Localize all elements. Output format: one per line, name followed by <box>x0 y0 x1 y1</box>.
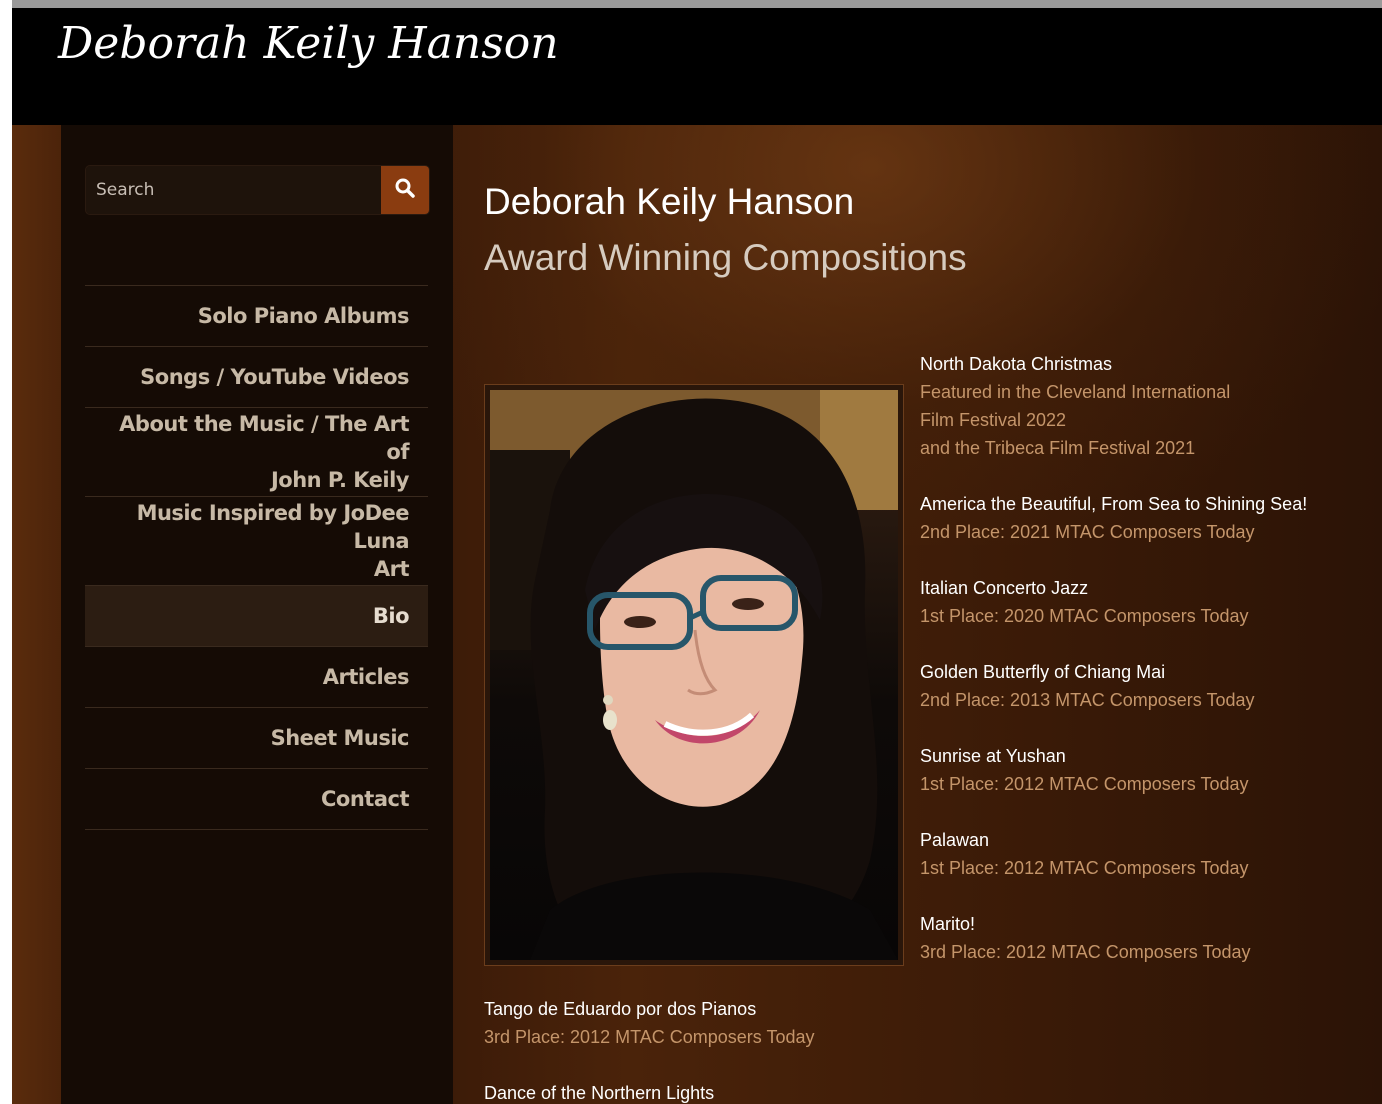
award-item: Palawan 1st Place: 2012 MTAC Composers T… <box>920 826 1370 882</box>
nav-item-label: Contact <box>321 787 410 811</box>
award-item: Marito! 3rd Place: 2012 MTAC Composers T… <box>920 910 1370 966</box>
top-border <box>12 0 1382 8</box>
portrait-photo <box>490 390 898 960</box>
nav-item-label-line1: About the Music / The Art of <box>119 412 409 464</box>
nav-item-label: Articles <box>322 665 410 689</box>
page-body: Solo Piano Albums Songs / YouTube Videos… <box>12 125 1382 1104</box>
more-awards-list: Tango de Eduardo por dos Pianos 3rd Plac… <box>484 995 1084 1104</box>
awards-list: North Dakota Christmas Featured in the C… <box>920 350 1370 994</box>
nav-item-songs-youtube-videos[interactable]: Songs / YouTube Videos <box>85 347 428 408</box>
award-item: Dance of the Northern Lights <box>484 1079 1084 1104</box>
award-item: Tango de Eduardo por dos Pianos 3rd Plac… <box>484 995 1084 1051</box>
award-detail: 1st Place: 2012 MTAC Composers Today <box>920 858 1249 878</box>
nav-item-bio[interactable]: Bio <box>85 586 428 647</box>
award-name: Italian Concerto Jazz <box>920 578 1089 598</box>
nav-item-label: Bio <box>372 604 410 628</box>
award-detail: 1st Place: 2020 MTAC Composers Today <box>920 606 1249 626</box>
nav-item-label: Sheet Music <box>270 726 410 750</box>
nav-item-label: About the Music / The Art of John P. Kei… <box>95 410 409 494</box>
nav-item-label: Music Inspired by JoDee Luna Art <box>95 499 410 583</box>
page-title: Deborah Keily Hanson <box>484 181 855 222</box>
award-name: America the Beautiful, From Sea to Shini… <box>920 494 1308 514</box>
award-detail: 1st Place: 2012 MTAC Composers Today <box>920 774 1249 794</box>
nav-item-sheet-music[interactable]: Sheet Music <box>85 708 428 769</box>
award-item: America the Beautiful, From Sea to Shini… <box>920 490 1370 546</box>
search-box <box>85 165 430 215</box>
award-name: North Dakota Christmas <box>920 354 1113 374</box>
nav-item-solo-piano-albums[interactable]: Solo Piano Albums <box>85 286 428 347</box>
nav-item-label: Songs / YouTube Videos <box>140 365 409 389</box>
site-header: Deborah Keily Hanson <box>12 8 1382 125</box>
main-content: Deborah Keily Hanson Award Winning Compo… <box>484 125 1374 1104</box>
award-detail: 3rd Place: 2012 MTAC Composers Today <box>484 1027 815 1047</box>
nav-item-music-inspired-by-jodee-luna-art[interactable]: Music Inspired by JoDee Luna Art <box>85 497 428 586</box>
search-button[interactable] <box>381 166 429 214</box>
award-item: Sunrise at Yushan 1st Place: 2012 MTAC C… <box>920 742 1370 798</box>
award-detail: and the Tribeca Film Festival 2021 <box>920 438 1196 458</box>
nav-item-label-line2: Art <box>373 557 410 581</box>
award-name: Palawan <box>920 830 990 850</box>
award-detail: Featured in the Cleveland International <box>920 382 1231 402</box>
search-input[interactable] <box>86 166 380 214</box>
award-item: North Dakota Christmas Featured in the C… <box>920 350 1370 462</box>
page-subtitle: Award Winning Compositions <box>484 237 967 278</box>
nav-item-about-the-music[interactable]: About the Music / The Art of John P. Kei… <box>85 408 428 497</box>
award-name: Marito! <box>920 914 976 934</box>
award-item: Italian Concerto Jazz 1st Place: 2020 MT… <box>920 574 1370 630</box>
award-name: Sunrise at Yushan <box>920 746 1066 766</box>
award-name: Tango de Eduardo por dos Pianos <box>484 999 757 1019</box>
search-icon <box>394 177 416 204</box>
nav-item-contact[interactable]: Contact <box>85 769 428 830</box>
award-detail: 2nd Place: 2013 MTAC Composers Today <box>920 690 1255 710</box>
award-item: Golden Butterfly of Chiang Mai 2nd Place… <box>920 658 1370 714</box>
award-name: Dance of the Northern Lights <box>484 1083 715 1103</box>
sidebar: Solo Piano Albums Songs / YouTube Videos… <box>61 125 453 1104</box>
site-title[interactable]: Deborah Keily Hanson <box>58 18 559 69</box>
award-name: Golden Butterfly of Chiang Mai <box>920 662 1166 682</box>
portrait-photo-frame <box>484 384 904 966</box>
award-detail: 3rd Place: 2012 MTAC Composers Today <box>920 942 1251 962</box>
nav-item-label-line2: John P. Keily <box>270 468 410 492</box>
nav-item-articles[interactable]: Articles <box>85 647 428 708</box>
award-detail: 2nd Place: 2021 MTAC Composers Today <box>920 522 1255 542</box>
sidebar-nav: Solo Piano Albums Songs / YouTube Videos… <box>85 285 428 830</box>
award-detail: Film Festival 2022 <box>920 410 1067 430</box>
nav-item-label: Solo Piano Albums <box>197 304 410 328</box>
nav-item-label-line1: Music Inspired by JoDee Luna <box>136 501 410 553</box>
